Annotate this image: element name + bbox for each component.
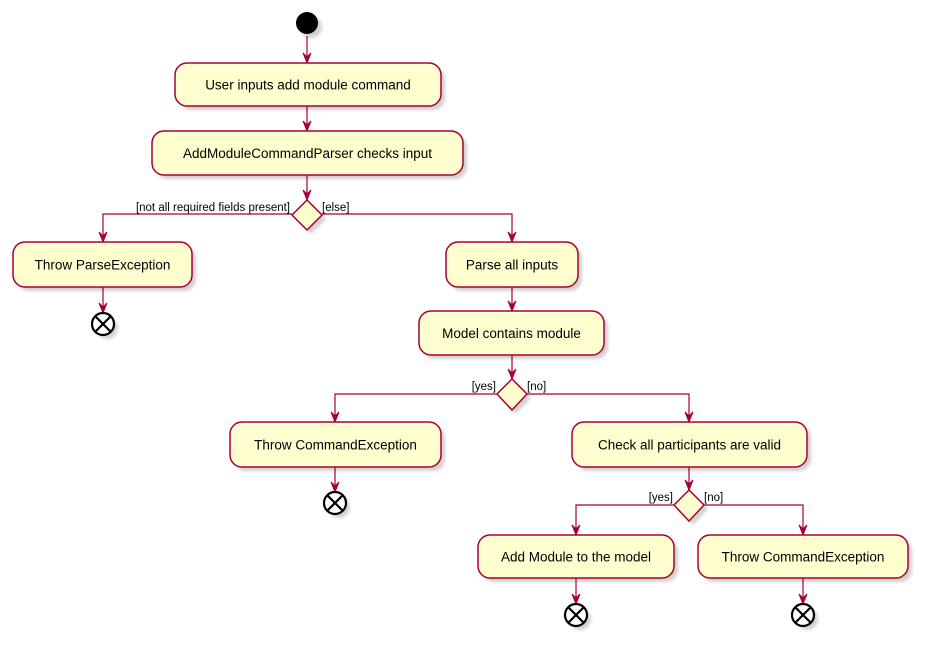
- activity-label: User inputs add module command: [205, 78, 411, 93]
- edge-d3-a8: [575, 504, 674, 535]
- activity-throw-command-exception-2: Throw CommandException: [697, 534, 912, 582]
- guard-label: [no]: [527, 381, 546, 393]
- guard-label: [yes]: [472, 381, 496, 393]
- activity-label: Add Module to the model: [501, 550, 651, 565]
- activity-model-contains-module: Model contains module: [418, 310, 608, 359]
- activity-label: Throw ParseException: [35, 258, 171, 273]
- decision-participants-valid: [yes] [no]: [649, 488, 723, 525]
- guard-label: [else]: [322, 202, 350, 214]
- activity-add-module: Add Module to the model: [477, 534, 678, 582]
- end-node: [322, 490, 350, 518]
- activity-check-participants: Check all participants are valid: [571, 421, 811, 471]
- guard-label: [yes]: [649, 492, 673, 504]
- end-node: [790, 602, 818, 630]
- decision-model-contains: [yes] [no]: [472, 377, 546, 414]
- activity-parse-all-inputs: Parse all inputs: [445, 241, 582, 291]
- activity-diagram: User inputs add module command AddModule…: [12, 12, 912, 630]
- activity-parser-checks-input: AddModuleCommandParser checks input: [151, 130, 467, 179]
- activity-label: Throw CommandException: [254, 438, 417, 453]
- guard-label: [not all required fields present]: [136, 202, 290, 214]
- activity-label: Parse all inputs: [466, 258, 559, 273]
- edge-d1-a3: [102, 213, 292, 242]
- activity-label: Throw CommandException: [722, 550, 885, 565]
- activity-throw-command-exception-1: Throw CommandException: [229, 421, 445, 471]
- activity-throw-parse-exception: Throw ParseException: [12, 241, 196, 291]
- edge-d3-a9: [704, 504, 804, 535]
- activity-label: AddModuleCommandParser checks input: [183, 146, 432, 161]
- activity-user-inputs-command: User inputs add module command: [174, 62, 445, 110]
- edge-d2-a7: [527, 393, 690, 422]
- end-node: [563, 602, 591, 630]
- activity-label: Model contains module: [442, 326, 581, 341]
- guard-label: [no]: [704, 492, 723, 504]
- start-node: [296, 12, 322, 38]
- edge-d2-a6: [334, 393, 497, 422]
- decision-required-fields: [not all required fields present] [else]: [136, 198, 350, 234]
- edge-d1-a4: [322, 213, 513, 242]
- end-node: [90, 311, 118, 339]
- activity-label: Check all participants are valid: [598, 438, 781, 453]
